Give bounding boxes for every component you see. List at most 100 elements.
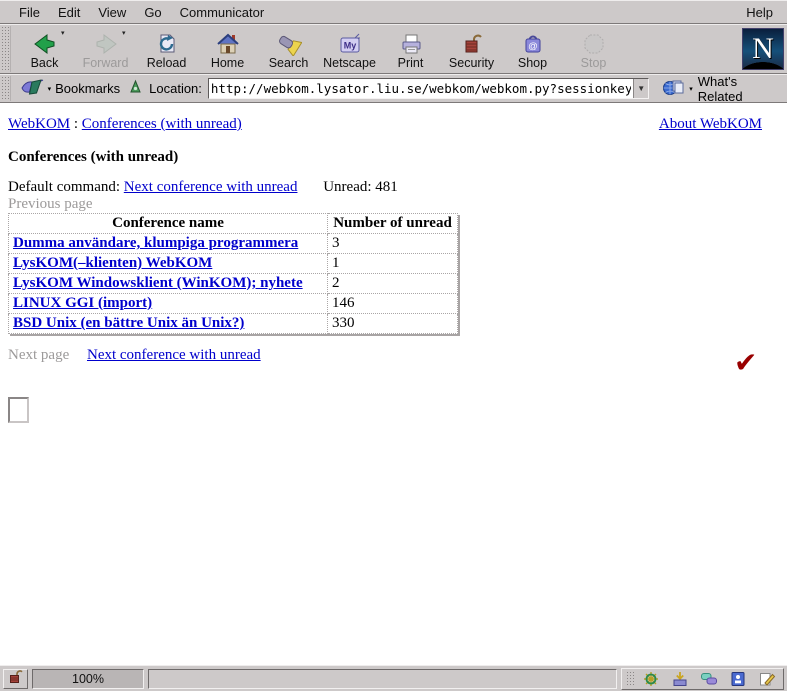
netscape-label: Netscape [323, 56, 376, 70]
table-row: LysKOM(–klienten) WebKOM1 [9, 254, 458, 274]
navigator-component-button[interactable] [637, 670, 664, 688]
reload-button[interactable]: Reload [136, 25, 197, 73]
conference-table-body: Dumma användare, klumpiga programmera3Ly… [9, 234, 458, 334]
header-conference-name: Conference name [9, 214, 328, 234]
bookmarks-dropdown-caret: ▾ [48, 85, 52, 93]
reload-icon [155, 28, 179, 56]
table-row: Dumma användare, klumpiga programmera3 [9, 234, 458, 254]
address-book-component-button[interactable] [724, 670, 751, 688]
stop-sign-icon [583, 28, 605, 56]
search-button[interactable]: Search [258, 25, 319, 73]
location-label: Location: [147, 81, 204, 96]
conference-table-wrap: Conference name Number of unread Dumma a… [8, 213, 458, 334]
reload-label: Reload [147, 56, 187, 70]
bookmarks-label: Bookmarks [55, 81, 120, 96]
zoom-level-text: 100% [72, 672, 104, 686]
composer-component-button[interactable] [753, 670, 780, 688]
menu-help[interactable]: Help [742, 2, 777, 23]
unread-count-cell: 330 [328, 314, 458, 334]
menu-edit[interactable]: Edit [49, 2, 89, 23]
next-page-label: Next page [8, 347, 69, 363]
shop-button[interactable]: @ Shop [502, 25, 563, 73]
shop-label: Shop [518, 56, 547, 70]
whats-related-caret: ▾ [689, 85, 693, 93]
about-webkom-link[interactable]: About WebKOM [659, 116, 762, 133]
breadcrumb-separator: : [74, 116, 78, 132]
forward-label: Forward [83, 56, 129, 70]
svg-text:@: @ [528, 41, 538, 52]
whats-related-globe-icon [662, 79, 684, 99]
conference-name-cell: Dumma användare, klumpiga programmera [9, 234, 328, 254]
netscape-logo-letter: N [752, 32, 774, 66]
back-arrow-icon: ▾ [32, 28, 58, 56]
conference-name-cell: LINUX GGI (import) [9, 294, 328, 314]
navigation-toolbar: ▾ Back ▾ Forward Reload Home [0, 24, 787, 74]
next-conference-link-bottom[interactable]: Next conference with unread [87, 347, 261, 363]
unread-count-cell: 2 [328, 274, 458, 294]
back-button[interactable]: ▾ Back [14, 25, 75, 73]
menu-go[interactable]: Go [135, 2, 170, 23]
url-history-dropdown[interactable]: ▼ [633, 79, 648, 98]
location-bar: ▾ Bookmarks Location: ▼ ▾ What's Related [0, 74, 787, 103]
table-header-row: Conference name Number of unread [9, 214, 458, 234]
back-dropdown-caret[interactable]: ▾ [61, 29, 65, 37]
conference-name-cell: BSD Unix (en bättre Unix än Unix?) [9, 314, 328, 334]
breadcrumb-webkom-link[interactable]: WebKOM [8, 116, 70, 132]
conference-link[interactable]: LysKOM Windowsklient (WinKOM); nyhete [13, 275, 303, 291]
default-command-label: Default command: [8, 179, 120, 195]
menu-communicator[interactable]: Communicator [171, 2, 274, 23]
previous-page-label: Previous page [8, 196, 93, 213]
security-label: Security [449, 56, 494, 70]
empty-image-placeholder [8, 397, 29, 423]
location-marker-icon[interactable] [128, 79, 143, 99]
table-row: LINUX GGI (import) 146 [9, 294, 458, 314]
discussions-icon [700, 671, 718, 687]
unread-summary: Unread: 481 [323, 179, 398, 195]
unread-count-cell: 146 [328, 294, 458, 314]
netscape-logo[interactable]: N [742, 28, 784, 70]
toolbar-buttons: ▾ Back ▾ Forward Reload Home [14, 25, 624, 73]
forward-dropdown-caret: ▾ [122, 29, 126, 37]
url-field-wrap: ▼ [208, 78, 649, 99]
bookmark-ribbon-icon [20, 79, 44, 99]
breadcrumb-current-link[interactable]: Conferences (with unread) [82, 116, 242, 132]
security-status-button[interactable] [3, 669, 28, 689]
page-title: Conferences (with unread) [8, 149, 178, 166]
home-label: Home [211, 56, 244, 70]
status-bar: 100% [0, 665, 787, 691]
locationbar-collapse-grip[interactable] [1, 76, 11, 101]
discussions-component-button[interactable] [695, 670, 722, 688]
next-conference-link-top[interactable]: Next conference with unread [124, 179, 298, 195]
default-command-line: Default command: Next conference with un… [8, 179, 398, 196]
menu-file[interactable]: File [10, 2, 49, 23]
table-row: BSD Unix (en bättre Unix än Unix?) 330 [9, 314, 458, 334]
print-button[interactable]: Print [380, 25, 441, 73]
mailbox-component-button[interactable] [666, 670, 693, 688]
my-netscape-button[interactable]: My Netscape [319, 25, 380, 73]
security-lock-icon [460, 28, 484, 56]
menu-view[interactable]: View [89, 2, 135, 23]
address-book-icon [729, 671, 747, 687]
red-checkmark-icon: ✔ [734, 346, 757, 379]
netscape-browser-window: { "menu": { "items": ["File", "Edit", "V… [0, 0, 787, 691]
toolbar-collapse-grip[interactable] [1, 26, 11, 72]
whats-related-label: What's Related [698, 74, 780, 104]
forward-button: ▾ Forward [75, 25, 136, 73]
lock-open-icon [8, 669, 23, 689]
bookmarks-menu-button[interactable]: ▾ Bookmarks [16, 77, 125, 101]
conference-link[interactable]: LysKOM(–klienten) WebKOM [13, 255, 212, 271]
whats-related-button[interactable]: ▾ What's Related [659, 72, 783, 106]
conference-link[interactable]: BSD Unix (en bättre Unix än Unix?) [13, 315, 244, 331]
stop-label: Stop [581, 56, 607, 70]
stop-button: Stop [563, 25, 624, 73]
home-button[interactable]: Home [197, 25, 258, 73]
security-button[interactable]: Security [441, 25, 502, 73]
url-input[interactable] [209, 79, 633, 98]
home-icon [216, 28, 240, 56]
conference-link[interactable]: Dumma användare, klumpiga programmera [13, 235, 298, 251]
conference-link[interactable]: LINUX GGI (import) [13, 295, 152, 311]
component-bar-grip[interactable] [626, 671, 634, 687]
search-label: Search [269, 56, 309, 70]
navigator-wheel-icon [642, 671, 660, 687]
my-netscape-icon: My [338, 28, 362, 56]
